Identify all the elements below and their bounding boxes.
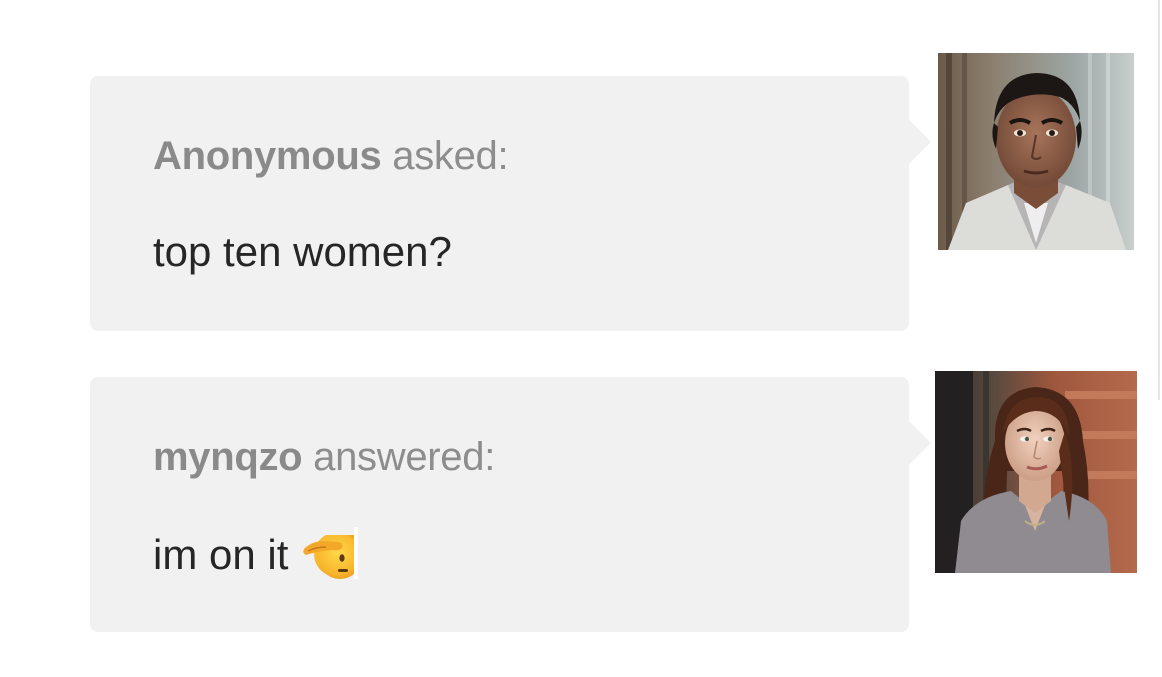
question-header: Anonymous asked: xyxy=(153,134,509,179)
saluting-face-icon xyxy=(302,527,358,579)
question-bubble: Anonymous asked: top ten women? xyxy=(90,76,931,331)
answerer-avatar[interactable] xyxy=(935,371,1137,573)
answer-bubble: mynqzo answered: im on it xyxy=(90,377,931,632)
question-verb: asked: xyxy=(392,134,509,178)
question-body: top ten women? xyxy=(153,228,452,275)
answer-verb: answered: xyxy=(313,435,496,479)
question-author[interactable]: Anonymous xyxy=(153,134,382,178)
answer-body: im on it xyxy=(153,531,289,578)
asker-avatar[interactable] xyxy=(938,53,1134,250)
answer-text: im on it xyxy=(153,527,358,581)
question-text: top ten women? xyxy=(153,228,452,276)
scrollbar-edge xyxy=(1158,0,1160,400)
ask-conversation: Anonymous asked: top ten women? mynqzo a… xyxy=(0,0,1162,677)
answer-author[interactable]: mynqzo xyxy=(153,435,303,479)
answer-header: mynqzo answered: xyxy=(153,435,495,480)
